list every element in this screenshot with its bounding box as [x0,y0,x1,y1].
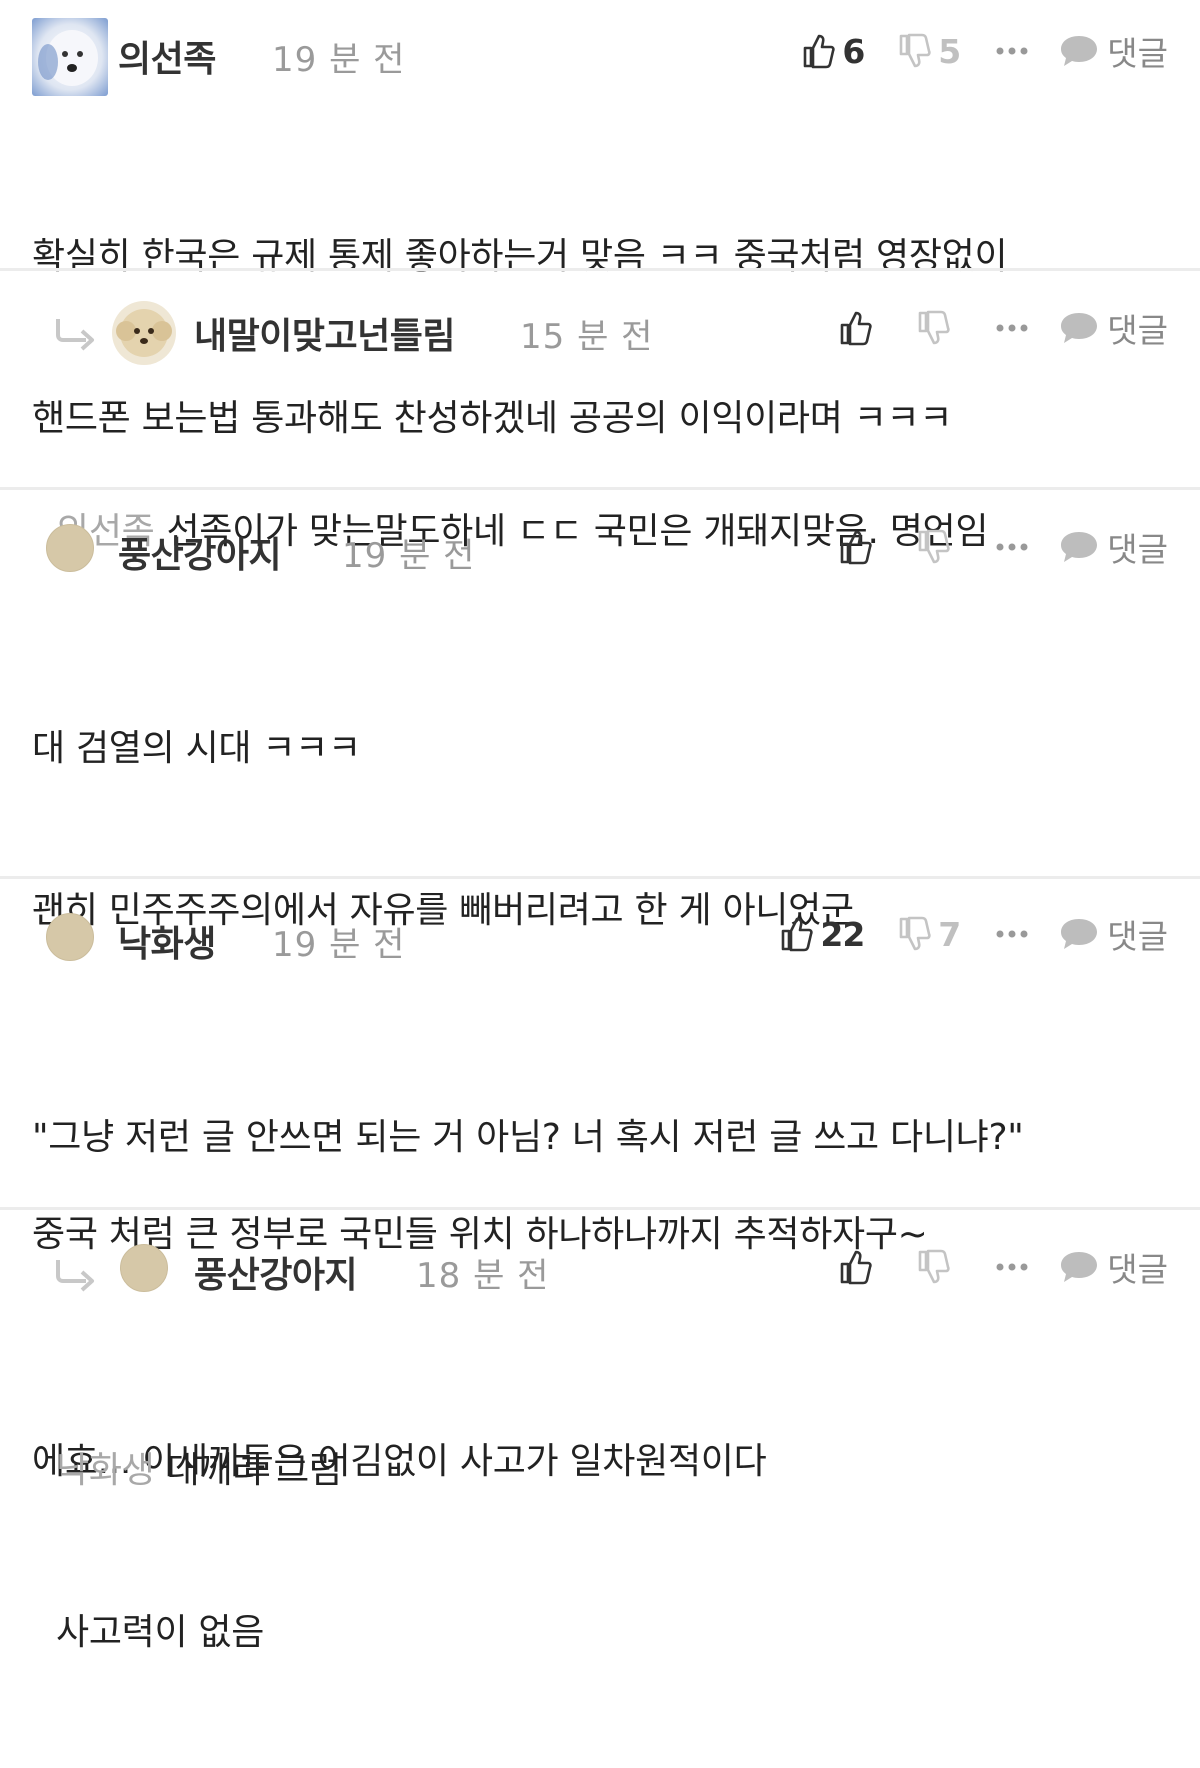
reply-button[interactable]: 댓글 [1059,304,1168,352]
comment-body: 낙화생 대깨라 그럼 사고력이 없음 [56,1336,342,1768]
thumbs-down-icon [918,1249,950,1284]
comment-actions: 22 7 댓글 [780,909,1168,959]
timestamp: 19 분 전 [342,536,476,576]
speech-bubble-icon [1061,36,1098,66]
comment-line: "그냥 저런 글 안쓰면 되는 거 아님? 너 혹시 저런 글 쓰고 다니냐?" [32,1117,1024,1158]
avatar[interactable] [32,18,108,96]
thumbs-up-icon [782,917,814,952]
comment: 풍산강아지 19 분 전 댓글 대 검열의 시대 ㅋㅋㅋ 괜히 민주주주의에서 … [0,490,1200,1255]
reply-label: 댓글 [1107,311,1168,350]
speech-bubble-icon [1061,1252,1098,1282]
speech-bubble-icon [1061,919,1098,949]
dislike-button[interactable] [917,1249,951,1285]
reply-button[interactable]: 댓글 [1059,1243,1168,1291]
comment: 의선족 19 분 전 6 5 댓글 확실히 한국은 규제 통제 좋아하는거 맞음… [0,0,1200,439]
dislike-button[interactable] [917,529,951,565]
dislike-count: 5 [938,31,962,71]
white-dog-avatar-image [32,18,108,96]
reply-label: 댓글 [1107,34,1168,73]
dislike-count: 7 [938,914,962,954]
author-name[interactable]: 내말이맞고넌틀림 [194,307,455,359]
more-button[interactable] [995,322,1029,334]
avatar[interactable] [46,524,94,572]
reply-comment: 내말이맞고넌틀림 15 분 전 댓글 의선족 선족이가 맞는말도하네 ㄷㄷ 국민… [0,271,1200,552]
more-dots-icon [996,543,1028,551]
reply-label: 댓글 [1107,530,1168,569]
like-button[interactable]: 6 [802,31,865,71]
comment-actions: 댓글 [839,303,1168,353]
author-name[interactable]: 의선족 [118,30,216,82]
more-button[interactable] [995,45,1029,57]
timestamp: 19 분 전 [272,40,406,80]
timestamp: 19 분 전 [272,925,406,965]
author-name[interactable]: 풍산강아지 [194,1246,358,1298]
thumbs-up-icon [840,1250,872,1285]
comment-line: 사고력이 없음 [56,1612,265,1653]
dislike-button[interactable] [917,310,951,346]
thumbs-down-icon [899,33,931,68]
more-button[interactable] [995,541,1029,553]
like-button[interactable]: 22 [780,914,865,954]
like-button[interactable] [839,529,873,565]
like-button[interactable] [839,310,873,346]
reply-comment: 풍산강아지 18 분 전 댓글 낙화생 대깨라 그럼 사고력이 없음 [0,1210,1200,1653]
reply-arrow-icon [56,319,94,351]
comment-actions: 6 5 댓글 [802,26,1168,76]
thumbs-down-icon [918,529,950,564]
avatar[interactable] [112,301,176,365]
dislike-button[interactable]: 7 [898,915,961,954]
comment-line: 대 검열의 시대 ㅋㅋㅋ [32,728,361,769]
reply-label: 댓글 [1107,917,1168,956]
speech-bubble-icon [1061,532,1098,562]
more-button[interactable] [995,1261,1029,1273]
thumbs-up-icon [840,311,872,346]
avatar[interactable] [46,913,94,961]
comment-actions: 댓글 [839,522,1168,572]
author-name[interactable]: 낙화생 [118,915,216,967]
speech-bubble-icon [1061,313,1098,343]
reply-button[interactable]: 댓글 [1059,27,1168,75]
thumbs-up-icon [840,530,872,565]
avatar[interactable] [120,1244,168,1292]
thumbs-down-icon [899,916,931,951]
comment-actions: 댓글 [839,1242,1168,1292]
more-dots-icon [996,1263,1028,1271]
like-count: 6 [842,31,865,71]
reply-label: 댓글 [1107,1250,1168,1289]
puppy-avatar-image [112,301,176,365]
reply-button[interactable]: 댓글 [1059,910,1168,958]
dislike-button[interactable]: 5 [898,32,961,71]
thumbs-down-icon [918,310,950,345]
reply-button[interactable]: 댓글 [1059,523,1168,571]
thumbs-up-icon [804,34,836,69]
like-count: 22 [820,914,865,954]
comment-line: 낙화생 대깨라 그럼 [56,1444,342,1498]
timestamp: 15 분 전 [520,317,654,357]
like-button[interactable] [839,1249,873,1285]
author-name[interactable]: 풍산강아지 [118,526,282,578]
more-dots-icon [996,324,1028,332]
more-dots-icon [996,47,1028,55]
comment: 낙화생 19 분 전 22 7 댓글 "그냥 저런 글 안쓰면 되는 거 아님?… [0,879,1200,1482]
timestamp: 18 분 전 [416,1256,550,1296]
more-dots-icon [996,930,1028,938]
reply-arrow-icon [56,1260,94,1292]
more-button[interactable] [995,928,1029,940]
